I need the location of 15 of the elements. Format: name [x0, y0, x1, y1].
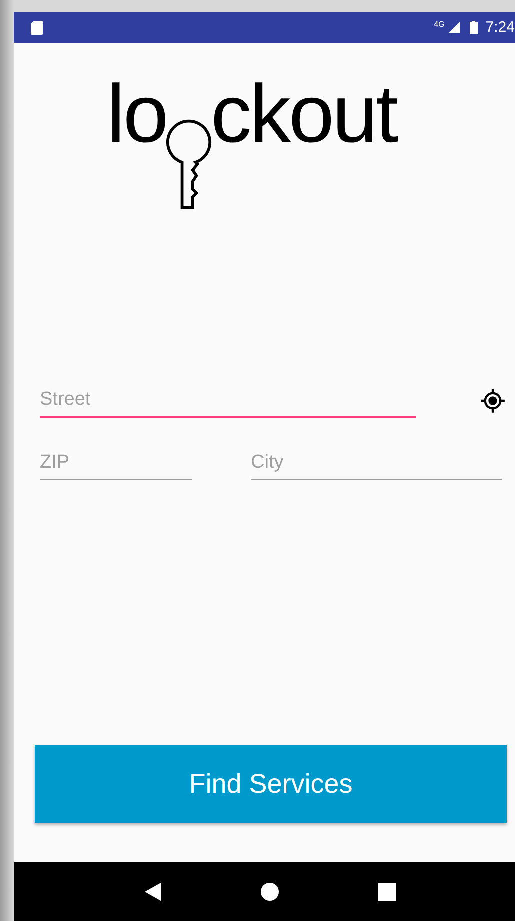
status-time: 7:24: [486, 19, 515, 36]
sd-card-icon: [31, 20, 43, 34]
recents-icon[interactable]: [378, 882, 396, 900]
home-icon[interactable]: [260, 882, 278, 900]
city-field[interactable]: City: [251, 446, 502, 480]
network-label: 4G: [434, 20, 445, 29]
battery-icon: [470, 21, 478, 34]
logo-text: lo: [107, 73, 167, 157]
back-icon[interactable]: [144, 882, 162, 900]
zip-field[interactable]: ZIP: [40, 446, 192, 480]
find-services-button[interactable]: Find Services: [35, 745, 507, 823]
logo-text: ckout: [210, 73, 397, 157]
street-field[interactable]: Street: [40, 383, 416, 418]
signal-icon: [448, 22, 460, 33]
my-location-icon[interactable]: [480, 388, 506, 414]
